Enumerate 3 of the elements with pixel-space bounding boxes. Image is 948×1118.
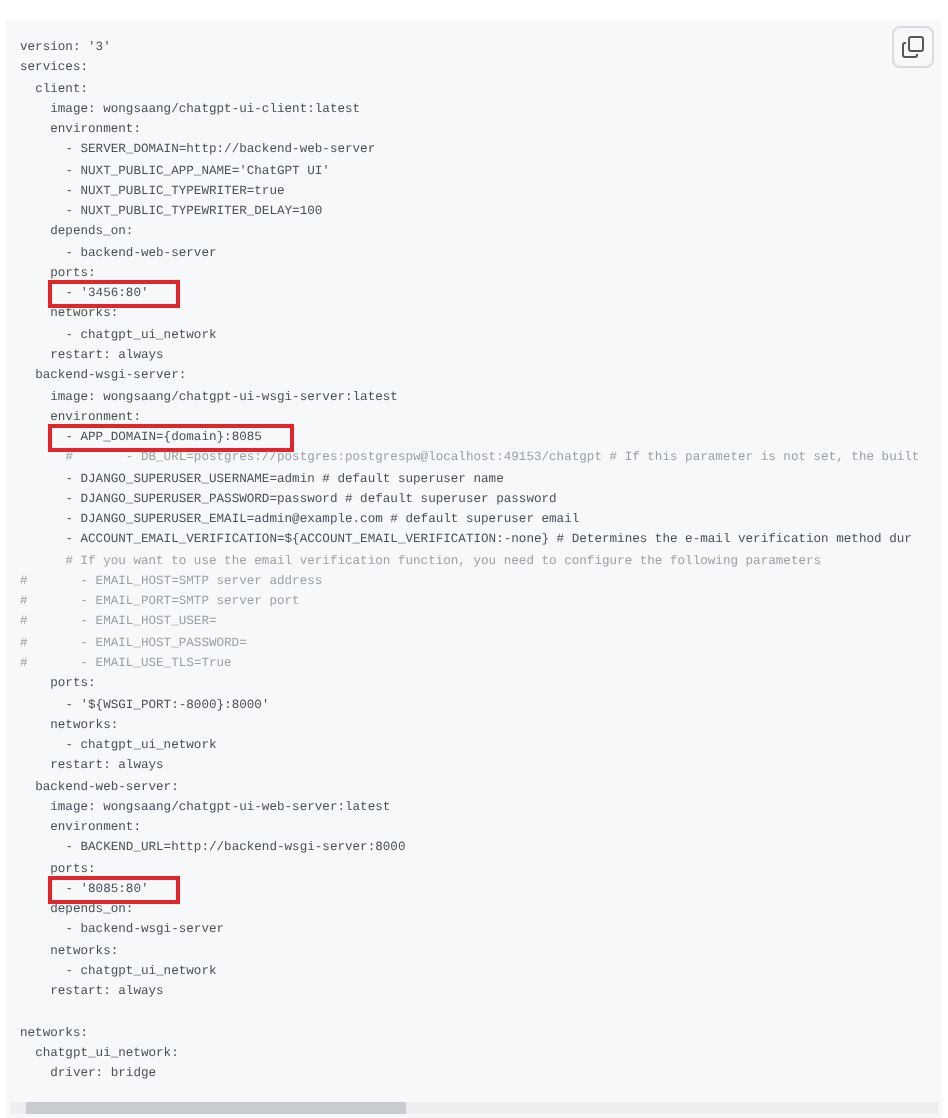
copy-button[interactable] <box>892 26 934 68</box>
horizontal-scrollbar[interactable] <box>10 1102 938 1114</box>
copy-icon <box>902 36 924 58</box>
